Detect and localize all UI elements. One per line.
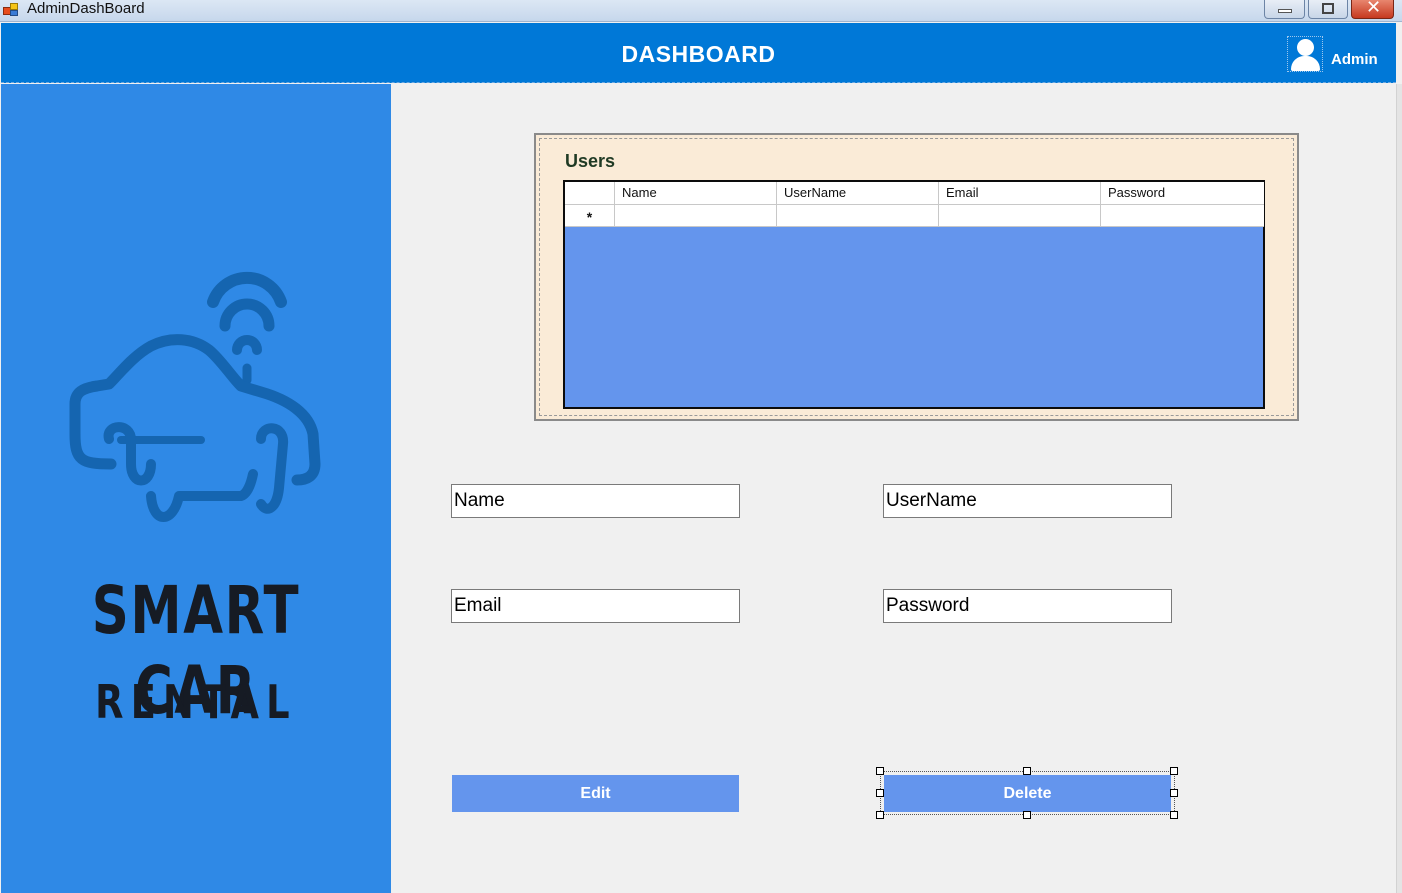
users-data-grid[interactable]: Name UserName Email Password * xyxy=(563,180,1265,409)
close-icon: ✕ xyxy=(1365,0,1382,18)
app-header: DASHBOARD Admin xyxy=(1,23,1396,83)
resize-handle[interactable] xyxy=(876,811,884,819)
page-title: DASHBOARD xyxy=(621,41,776,67)
grid-new-row[interactable]: * xyxy=(565,205,1264,227)
new-row-email-cell[interactable] xyxy=(939,205,1101,226)
delete-button[interactable]: Delete xyxy=(884,775,1171,812)
new-row-marker[interactable]: * xyxy=(565,205,615,226)
window-title: AdminDashBoard xyxy=(27,0,145,17)
resize-handle[interactable] xyxy=(1170,767,1178,775)
brand-subtitle: RENTAL xyxy=(95,675,297,729)
resize-handle[interactable] xyxy=(1023,811,1031,819)
user-avatar-icon[interactable] xyxy=(1287,36,1323,72)
resize-handle[interactable] xyxy=(1170,811,1178,819)
username-field[interactable] xyxy=(883,484,1172,518)
users-title: Users xyxy=(565,151,616,171)
resize-handle[interactable] xyxy=(1023,767,1031,775)
users-groupbox: Users Name UserName Email Password * xyxy=(534,133,1299,421)
password-field[interactable] xyxy=(883,589,1172,623)
column-header-username[interactable]: UserName xyxy=(777,182,939,204)
email-field[interactable] xyxy=(451,589,740,623)
grid-header-row: Name UserName Email Password xyxy=(565,182,1264,205)
column-header-name[interactable]: Name xyxy=(615,182,777,204)
sidebar-brand-panel: SMART CAR RENTAL xyxy=(1,84,391,893)
column-header-email[interactable]: Email xyxy=(939,182,1101,204)
app-icon xyxy=(3,3,19,17)
new-row-username-cell[interactable] xyxy=(777,205,939,226)
name-field[interactable] xyxy=(451,484,740,518)
window-right-border xyxy=(1396,84,1402,893)
resize-handle[interactable] xyxy=(876,767,884,775)
window-titlebar: AdminDashBoard ✕ xyxy=(0,0,1402,22)
minimize-button[interactable] xyxy=(1264,0,1305,19)
edit-button[interactable]: Edit xyxy=(452,775,739,812)
resize-handle[interactable] xyxy=(876,789,884,797)
new-row-name-cell[interactable] xyxy=(615,205,777,226)
maximize-icon xyxy=(1322,3,1334,14)
user-name-label: Admin xyxy=(1331,51,1378,68)
minimize-icon xyxy=(1278,9,1292,13)
car-wifi-logo-icon xyxy=(69,271,321,522)
grid-corner-cell[interactable] xyxy=(565,182,615,204)
resize-handle[interactable] xyxy=(1170,789,1178,797)
maximize-button[interactable] xyxy=(1308,0,1348,19)
new-row-password-cell[interactable] xyxy=(1101,205,1264,226)
column-header-password[interactable]: Password xyxy=(1101,182,1264,204)
close-button[interactable]: ✕ xyxy=(1351,0,1394,19)
